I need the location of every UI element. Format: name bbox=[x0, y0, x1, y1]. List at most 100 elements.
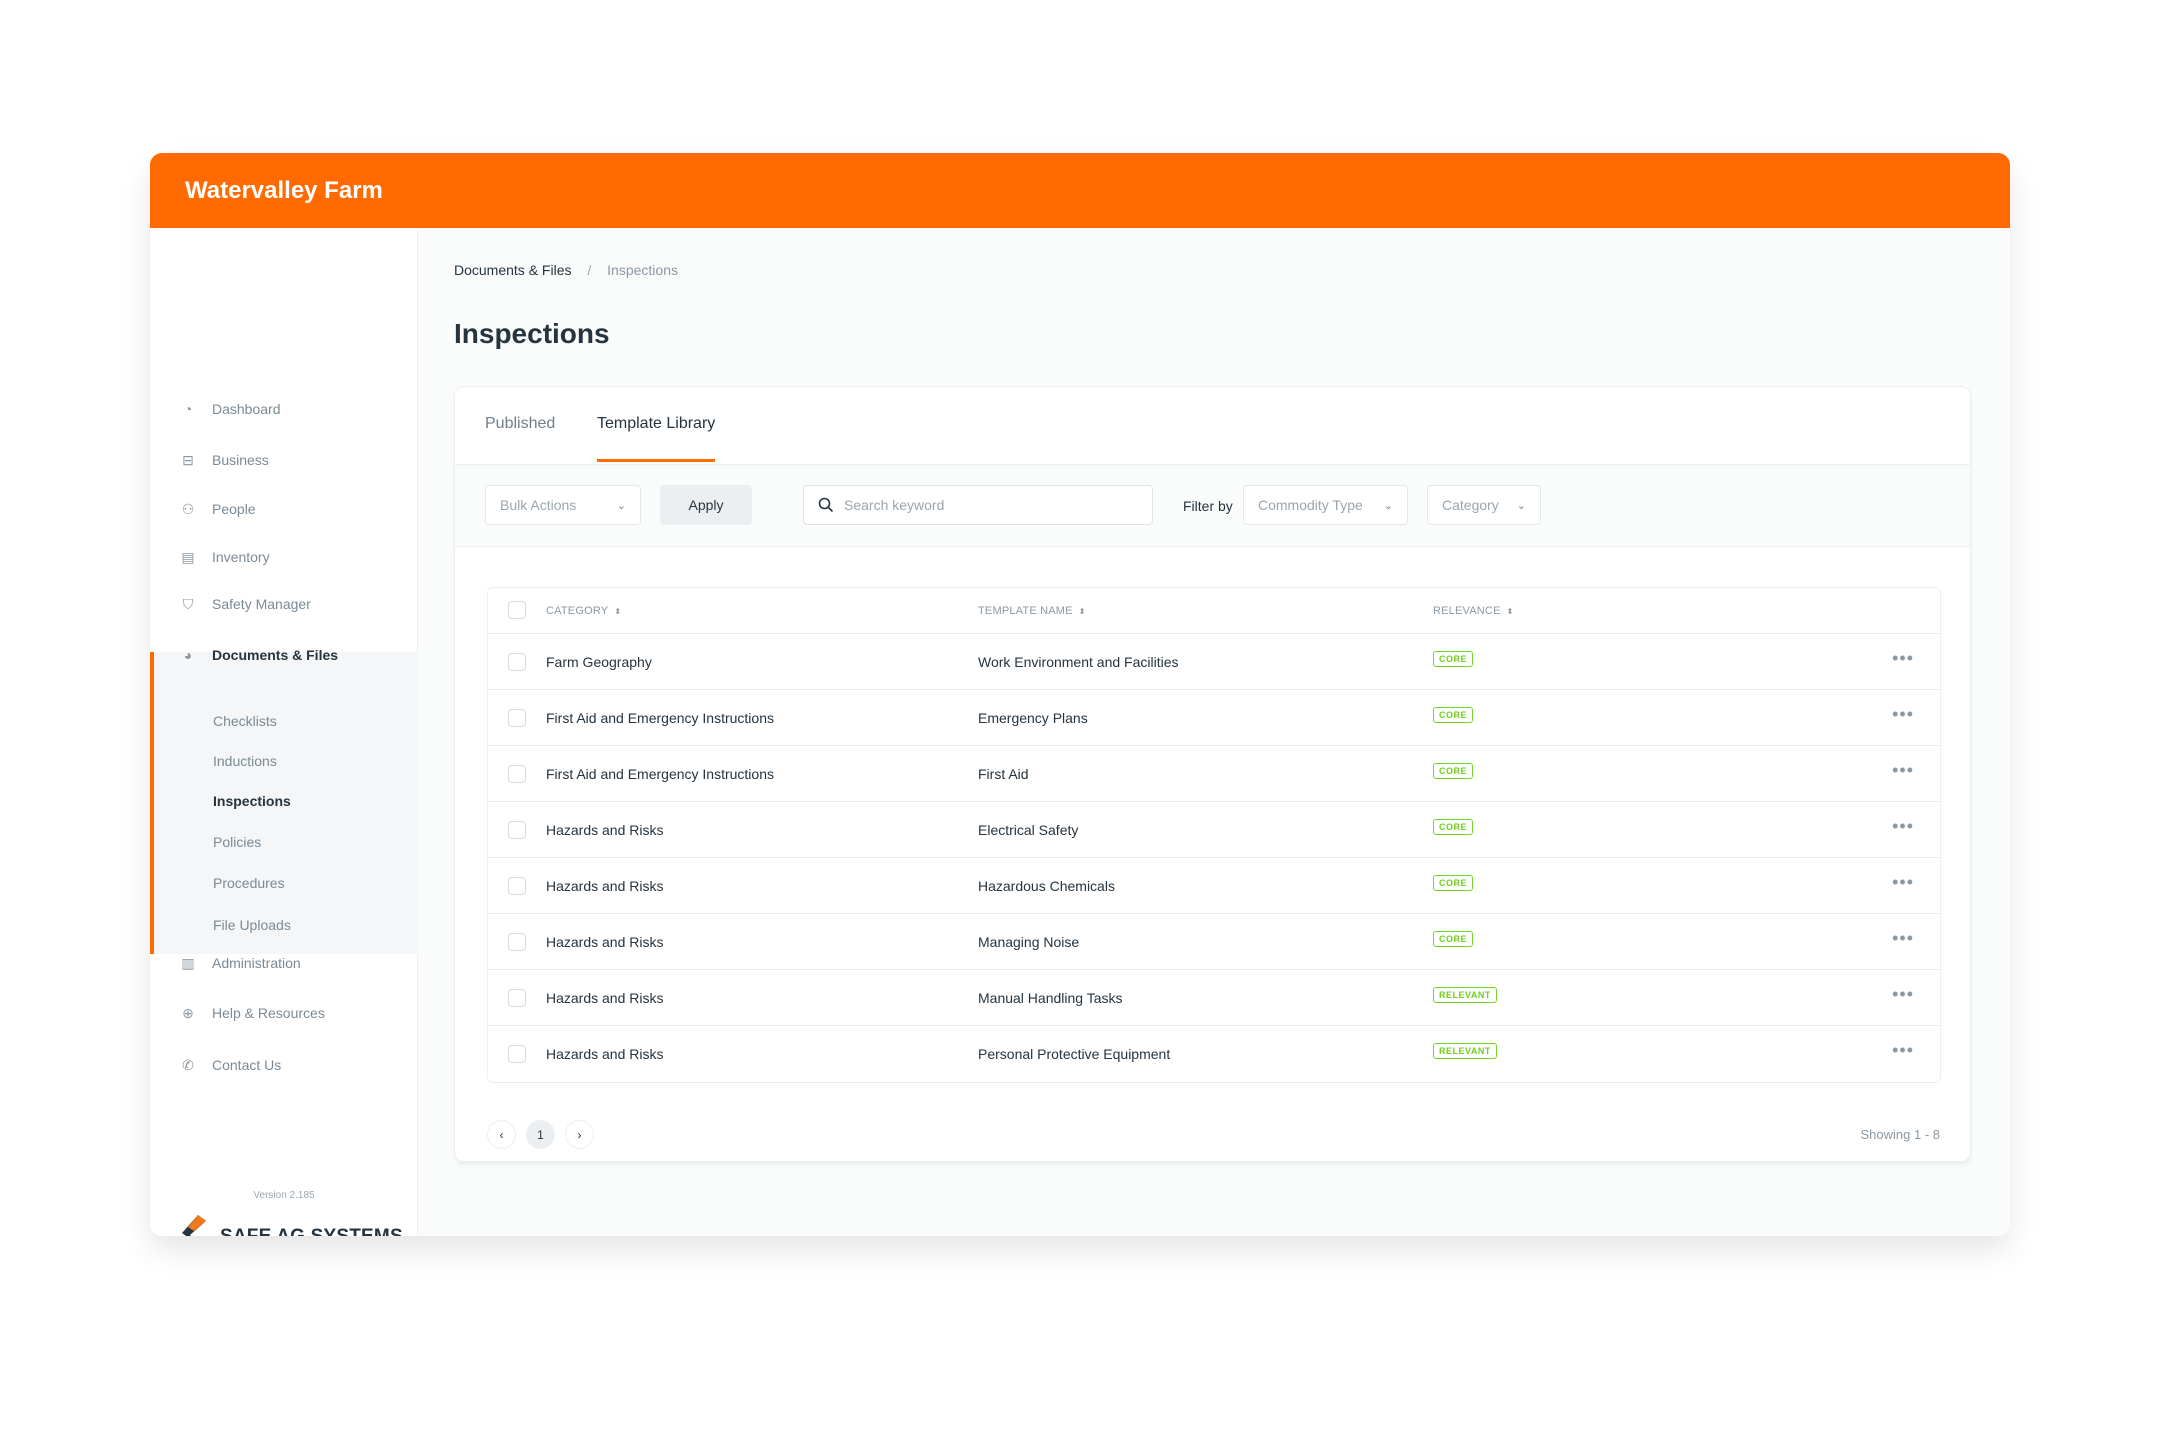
more-options-icon[interactable]: ••• bbox=[1892, 984, 1914, 1005]
template-name-cell[interactable]: Manual Handling Tasks bbox=[978, 990, 1123, 1006]
apply-button[interactable]: Apply bbox=[660, 485, 752, 525]
relevance-badge: CORE bbox=[1433, 931, 1474, 947]
sort-icon: ⬍ bbox=[614, 607, 622, 616]
bulk-actions-select[interactable]: Bulk Actions ⌄ bbox=[485, 485, 641, 525]
sidebar-subitem-file-uploads[interactable]: File Uploads bbox=[213, 917, 291, 933]
category-select[interactable]: Category ⌄ bbox=[1427, 485, 1541, 525]
row-checkbox[interactable] bbox=[508, 709, 526, 727]
breadcrumb-current: Inspections bbox=[607, 262, 678, 278]
bar-chart-icon: ▥ bbox=[181, 954, 195, 971]
category-cell: Hazards and Risks bbox=[546, 1046, 664, 1062]
table-row[interactable]: Hazards and Risks Manual Handling Tasks RE… bbox=[488, 970, 1940, 1026]
page-1-button[interactable]: 1 bbox=[526, 1120, 555, 1149]
breadcrumb-separator: / bbox=[587, 262, 592, 278]
briefcase-icon: ⊟ bbox=[182, 451, 194, 468]
more-options-icon[interactable]: ••• bbox=[1892, 816, 1914, 837]
sort-icon: ⬍ bbox=[1078, 607, 1086, 616]
chevron-down-icon: ⌄ bbox=[616, 499, 626, 512]
tab-bar: Published Template Library bbox=[455, 387, 1970, 465]
sidebar-subitem-inspections[interactable]: Inspections bbox=[213, 793, 291, 809]
sidebar-subitem-inductions[interactable]: Inductions bbox=[213, 753, 277, 769]
category-label: Category bbox=[1442, 497, 1499, 513]
sidebar-item-documents-files[interactable]: ◕ Documents & Files bbox=[150, 635, 418, 675]
row-checkbox[interactable] bbox=[508, 933, 526, 951]
sidebar-item-label: People bbox=[212, 501, 256, 517]
category-cell: Hazards and Risks bbox=[546, 934, 664, 950]
sidebar-subitem-checklists[interactable]: Checklists bbox=[213, 713, 277, 729]
sidebar-item-administration[interactable]: ▥ Administration bbox=[150, 943, 418, 983]
sidebar-subitem-policies[interactable]: Policies bbox=[213, 834, 261, 850]
row-checkbox[interactable] bbox=[508, 765, 526, 783]
relevance-badge: CORE bbox=[1433, 875, 1474, 891]
more-options-icon[interactable]: ••• bbox=[1892, 704, 1914, 725]
row-checkbox[interactable] bbox=[508, 1045, 526, 1063]
sidebar-item-label: Help & Resources bbox=[212, 1005, 325, 1021]
app-window: Watervalley Farm ◔ Dashboard ⊟ Business ⚇ Peo… bbox=[150, 153, 2010, 1236]
sort-icon: ⬍ bbox=[1506, 607, 1514, 616]
table-row[interactable]: Hazards and Risks Managing Noise CORE ••• bbox=[488, 914, 1940, 970]
next-page-button[interactable]: › bbox=[565, 1120, 594, 1149]
sidebar-item-contact-us[interactable]: ✆ Contact Us bbox=[150, 1045, 418, 1085]
sidebar-item-label: Business bbox=[212, 452, 269, 468]
table-row[interactable]: Hazards and Risks Personal Protective Equ… bbox=[488, 1026, 1940, 1082]
sidebar-item-label: Documents & Files bbox=[212, 647, 339, 663]
version-label: Version 2.185 bbox=[253, 1190, 315, 1201]
sidebar-item-inventory[interactable]: ▤ Inventory bbox=[150, 537, 418, 577]
more-options-icon[interactable]: ••• bbox=[1892, 760, 1914, 781]
template-name-cell[interactable]: Hazardous Chemicals bbox=[978, 878, 1115, 894]
row-checkbox[interactable] bbox=[508, 653, 526, 671]
table-row[interactable]: Farm Geography Work Environment and Facil… bbox=[488, 634, 1940, 690]
filter-by-label: Filter by bbox=[1183, 498, 1233, 514]
lifebuoy-icon: ⊕ bbox=[182, 1004, 194, 1021]
sidebar-item-help-resources[interactable]: ⊕ Help & Resources bbox=[150, 993, 418, 1033]
column-header-category[interactable]: CATEGORY ⬍ bbox=[546, 605, 621, 617]
breadcrumb-parent[interactable]: Documents & Files bbox=[454, 262, 571, 278]
table-row[interactable]: Hazards and Risks Hazardous Chemicals CORE… bbox=[488, 858, 1940, 914]
gauge-icon: ◔ bbox=[183, 401, 193, 417]
template-name-cell[interactable]: Electrical Safety bbox=[978, 822, 1078, 838]
table-row[interactable]: First Aid and Emergency Instructions Emer… bbox=[488, 690, 1940, 746]
sidebar-item-business[interactable]: ⊟ Business bbox=[150, 440, 418, 480]
sidebar-item-dashboard[interactable]: ◔ Dashboard bbox=[150, 389, 418, 429]
sidebar-item-safety-manager[interactable]: ⛉ Safety Manager bbox=[150, 584, 418, 624]
more-options-icon[interactable]: ••• bbox=[1892, 928, 1914, 949]
breadcrumb: Documents & Files / Inspections bbox=[454, 262, 678, 278]
search-box bbox=[803, 485, 1153, 525]
row-checkbox[interactable] bbox=[508, 877, 526, 895]
template-name-cell[interactable]: Managing Noise bbox=[978, 934, 1079, 950]
phone-icon: ✆ bbox=[182, 1056, 194, 1073]
prev-page-button[interactable]: ‹ bbox=[487, 1120, 516, 1149]
commodity-type-label: Commodity Type bbox=[1258, 497, 1363, 513]
row-checkbox[interactable] bbox=[508, 821, 526, 839]
template-name-cell[interactable]: Personal Protective Equipment bbox=[978, 1046, 1170, 1062]
template-name-cell[interactable]: Emergency Plans bbox=[978, 710, 1088, 726]
content-panel: Published Template Library Bulk Actions … bbox=[454, 386, 1971, 1162]
table-row[interactable]: Hazards and Risks Electrical Safety CORE ••… bbox=[488, 802, 1940, 858]
column-header-relevance[interactable]: RELEVANCE ⬍ bbox=[1433, 605, 1514, 617]
column-header-template-name[interactable]: TEMPLATE NAME ⬍ bbox=[978, 605, 1086, 617]
sidebar-subitem-procedures[interactable]: Procedures bbox=[213, 875, 285, 891]
category-cell: Farm Geography bbox=[546, 654, 652, 670]
users-icon: ⚇ bbox=[181, 500, 195, 517]
clipboard-icon: ▤ bbox=[181, 548, 195, 565]
more-options-icon[interactable]: ••• bbox=[1892, 872, 1914, 893]
relevance-badge: CORE bbox=[1433, 819, 1474, 835]
relevance-badge: CORE bbox=[1433, 763, 1474, 779]
tab-published[interactable]: Published bbox=[485, 415, 555, 459]
more-options-icon[interactable]: ••• bbox=[1892, 1040, 1914, 1061]
column-label: TEMPLATE NAME bbox=[978, 605, 1073, 617]
row-checkbox[interactable] bbox=[508, 989, 526, 1007]
template-name-cell[interactable]: Work Environment and Facilities bbox=[978, 654, 1178, 670]
select-all-checkbox[interactable] bbox=[508, 601, 526, 619]
sidebar-item-label: Contact Us bbox=[212, 1057, 282, 1073]
template-name-cell[interactable]: First Aid bbox=[978, 766, 1029, 782]
more-options-icon[interactable]: ••• bbox=[1892, 648, 1914, 669]
tab-template-library[interactable]: Template Library bbox=[597, 415, 716, 462]
sidebar-item-people[interactable]: ⚇ People bbox=[150, 489, 418, 529]
table-row[interactable]: First Aid and Emergency Instructions Firs… bbox=[488, 746, 1940, 802]
commodity-type-select[interactable]: Commodity Type ⌄ bbox=[1243, 485, 1408, 525]
sidebar-item-label: Inventory bbox=[212, 549, 270, 565]
chevron-down-icon: ⌄ bbox=[1383, 499, 1393, 512]
search-input[interactable] bbox=[844, 497, 1124, 513]
showing-count: Showing 1 - 8 bbox=[1860, 1127, 1941, 1142]
